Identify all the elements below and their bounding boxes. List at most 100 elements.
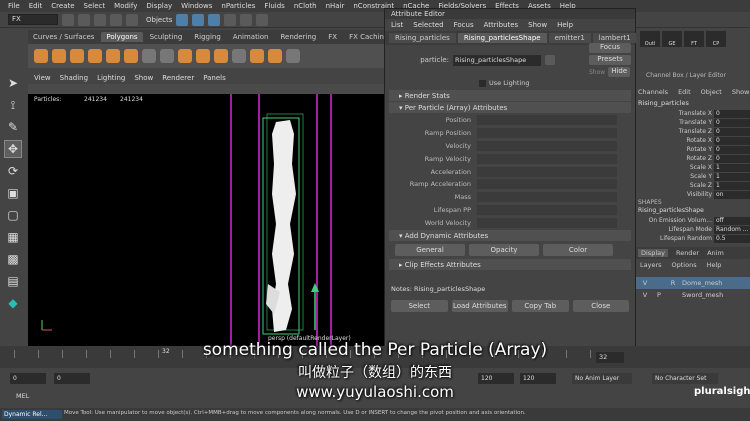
attr-value-field[interactable]	[477, 192, 617, 203]
channel-value-field[interactable]: 1	[714, 163, 750, 172]
layer-menu-options[interactable]: Options	[672, 261, 697, 269]
attr-value-field[interactable]	[477, 204, 617, 215]
shelf-tab-curvessurfaces[interactable]: Curves / Surfaces	[28, 32, 99, 42]
use-lighting-checkbox[interactable]	[479, 79, 486, 87]
shape-name[interactable]: Rising_particlesShape	[636, 207, 750, 216]
per-particle-section[interactable]: ▾ Per Particle (Array) Attributes	[389, 102, 631, 113]
menu-ncloth[interactable]: nCloth	[294, 2, 317, 10]
layer-row[interactable]: V R Dome_mesh	[636, 277, 750, 289]
layer-toggle-v[interactable]: V	[640, 279, 650, 287]
shelf-tab-rendering[interactable]: Rendering	[275, 32, 321, 42]
menu-create[interactable]: Create	[51, 2, 74, 10]
channel-box-header[interactable]: Channel Box / Layer Editor	[636, 72, 750, 79]
layer-name[interactable]: Sword_mesh	[682, 291, 723, 299]
bridge-icon[interactable]	[196, 49, 210, 63]
redo-icon[interactable]	[126, 13, 138, 26]
paint-select-icon[interactable]: ✎	[4, 118, 22, 136]
go-to-input-icon[interactable]	[545, 55, 555, 65]
opacity-button[interactable]: Opacity	[469, 244, 539, 257]
shelf-tab-rigging[interactable]: Rigging	[189, 32, 226, 42]
particle-name-field[interactable]: Rising_particlesShape	[453, 54, 541, 66]
channel-menu-object[interactable]: Object	[701, 88, 722, 96]
particle-cloud[interactable]	[28, 94, 388, 346]
layer-tab-display[interactable]: Display	[638, 249, 668, 257]
poly-cone-icon[interactable]	[88, 49, 102, 63]
menu-modify[interactable]: Modify	[114, 2, 137, 10]
channel-label[interactable]: Scale Z	[690, 182, 714, 189]
taskbar-item[interactable]: Dynamic Rel...	[2, 410, 62, 419]
objects-label[interactable]: Objects	[146, 16, 172, 24]
layer-toggle-p[interactable]: P	[654, 291, 664, 299]
four-view-icon[interactable]: ▩	[4, 250, 22, 268]
layer-row[interactable]: V P Sword_mesh	[636, 289, 750, 301]
separate-icon[interactable]	[160, 49, 174, 63]
menu-nhair[interactable]: nHair	[326, 2, 345, 10]
viewport-menu-shading[interactable]: Shading	[60, 74, 88, 82]
attr-value-field[interactable]	[477, 140, 617, 151]
viewport-menu-show[interactable]: Show	[134, 74, 153, 82]
viewport-menu-view[interactable]: View	[34, 74, 51, 82]
viewport-menu-renderer[interactable]: Renderer	[162, 74, 194, 82]
ae-menu-list[interactable]: List	[391, 21, 403, 29]
ae-tab-lambert1[interactable]: lambert1	[592, 33, 637, 43]
channel-value-field[interactable]: 0	[714, 109, 750, 118]
ae-tab-risingparticles[interactable]: Rising_particles	[389, 33, 456, 43]
select-by-hierarchy-icon[interactable]	[176, 13, 189, 26]
bevel-icon[interactable]	[214, 49, 228, 63]
attr-value-field[interactable]	[477, 153, 617, 164]
poly-cube-icon[interactable]	[52, 49, 66, 63]
uv-editor-icon[interactable]	[286, 49, 300, 63]
channel-box-object[interactable]: Rising_particles	[636, 99, 750, 109]
undo-icon[interactable]	[110, 13, 122, 26]
channel-label[interactable]: Rotate Z	[686, 155, 714, 162]
clip-effects-section[interactable]: ▸ Clip Effects Attributes	[389, 259, 631, 271]
color-button[interactable]: Color	[543, 244, 613, 257]
lasso-tool-icon[interactable]: ⟟	[4, 96, 22, 114]
menu-select[interactable]: Select	[84, 2, 106, 10]
last-tool-icon[interactable]: ▢	[4, 206, 22, 224]
outliner-layout-icon[interactable]: ▤	[4, 272, 22, 290]
menu-display[interactable]: Display	[146, 2, 172, 10]
snap-curve-icon[interactable]	[240, 13, 253, 26]
menu-fluids[interactable]: Fluids	[264, 2, 284, 10]
layer-tab-render[interactable]: Render	[676, 249, 699, 257]
persp-graph-icon[interactable]: ◆	[4, 294, 22, 312]
load-attributes-button[interactable]: Load Attributes	[451, 300, 508, 313]
viewport[interactable]: Particles: 241234 241234 persp (defaultR…	[28, 94, 388, 346]
copy-tab-button[interactable]: Copy Tab	[512, 300, 569, 313]
shelf-right-ge-icon[interactable]: GE	[662, 31, 682, 47]
channel-value-field[interactable]: 0	[714, 118, 750, 127]
ae-menu-help[interactable]: Help	[557, 21, 573, 29]
shelf-tab-sculpting[interactable]: Sculpting	[145, 32, 188, 42]
attr-value-field[interactable]	[477, 179, 617, 190]
select-by-component-icon[interactable]	[208, 13, 221, 26]
ae-tab-risingparticlesshape[interactable]: Rising_particlesShape	[457, 33, 547, 43]
menu-windows[interactable]: Windows	[181, 2, 212, 10]
channel-value-field[interactable]: Random ...	[714, 225, 750, 234]
attr-value-field[interactable]	[477, 166, 617, 177]
channel-label[interactable]: Scale Y	[690, 173, 714, 180]
shelf-right-ft-icon[interactable]: FT	[684, 31, 704, 47]
channel-label[interactable]: Rotate X	[686, 137, 714, 144]
snap-point-icon[interactable]	[256, 13, 269, 26]
ae-menu-focus[interactable]: Focus	[454, 21, 474, 29]
new-scene-icon[interactable]	[62, 13, 74, 26]
channel-label[interactable]: Translate Z	[679, 128, 714, 135]
channel-value-field[interactable]: 0	[714, 127, 750, 136]
viewport-menu-panels[interactable]: Panels	[203, 74, 226, 82]
channel-label[interactable]: Lifespan Mode	[669, 226, 714, 233]
channel-menu-channels[interactable]: Channels	[638, 88, 668, 96]
append-icon[interactable]	[250, 49, 264, 63]
channel-menu-show[interactable]: Show	[732, 88, 750, 96]
channel-label[interactable]: Translate X	[679, 110, 714, 117]
channel-value-field[interactable]: 0.5	[714, 234, 750, 243]
menu-nparticles[interactable]: nParticles	[221, 2, 255, 10]
split-icon[interactable]	[268, 49, 282, 63]
combine-icon[interactable]	[142, 49, 156, 63]
single-view-icon[interactable]: ▦	[4, 228, 22, 246]
shelf-tab-fx[interactable]: FX	[323, 32, 342, 42]
open-scene-icon[interactable]	[78, 13, 90, 26]
attr-value-field[interactable]	[477, 128, 617, 139]
layer-toggle-r[interactable]: R	[668, 279, 678, 287]
poly-plane-icon[interactable]	[124, 49, 138, 63]
